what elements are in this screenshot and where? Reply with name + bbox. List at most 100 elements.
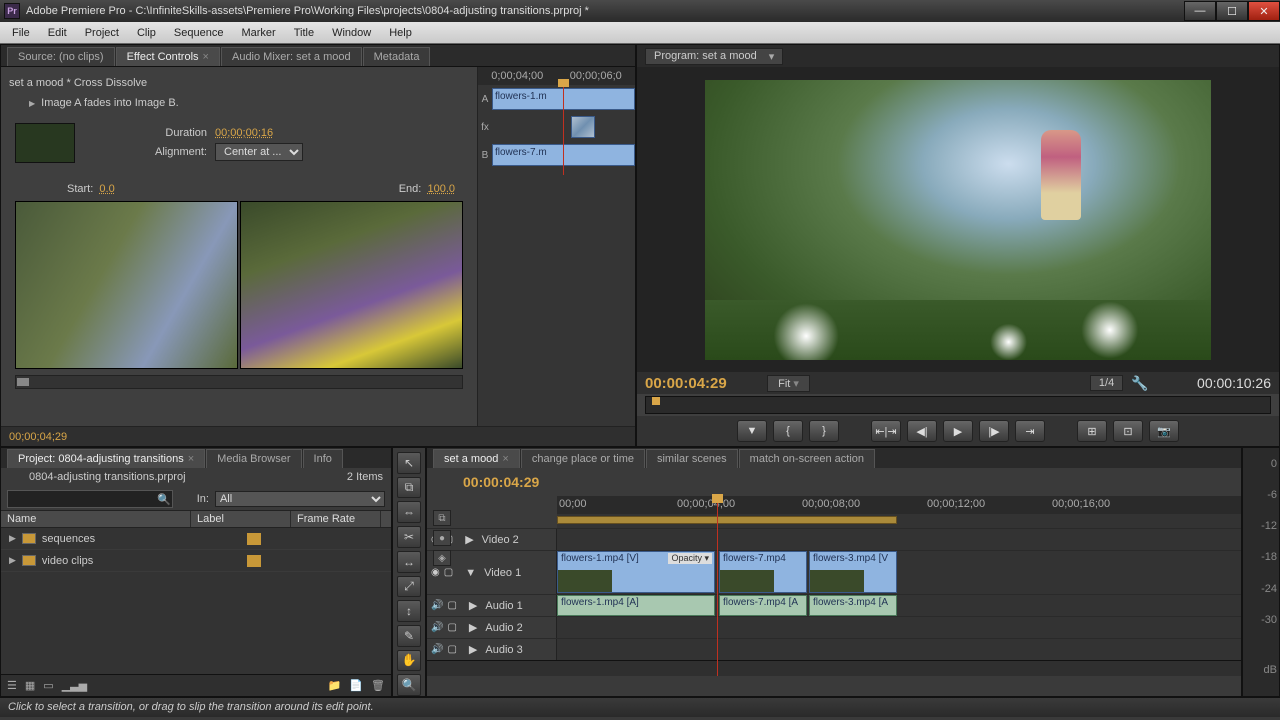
timeline-ruler[interactable]: 00;0000;00;04;0000;00;08;0000;00;12;0000… — [557, 496, 1241, 514]
tab-project-1[interactable]: Media Browser — [206, 449, 301, 468]
app-name: Adobe Premiere Pro — [26, 5, 126, 17]
transport-btn-10[interactable]: 📷 — [1149, 420, 1179, 442]
tab-source-3[interactable]: Metadata — [363, 47, 431, 66]
program-panel: Program: set a mood 00:00:04:29 Fit 1/4 … — [636, 44, 1280, 447]
bin-video-clips[interactable]: ▶video clips — [1, 550, 391, 572]
transport-btn-3[interactable]: ⇤|⇥ — [871, 420, 901, 442]
tool-8[interactable]: ✋ — [397, 650, 421, 672]
effect-mini-timeline[interactable]: 0;00;04;00 00;00;06;0 Aflowers-1.m fx Bf… — [477, 67, 635, 426]
duration-value[interactable]: 00;00;00;16 — [215, 127, 273, 139]
tab-project-2[interactable]: Info — [303, 449, 343, 468]
effect-foot-timecode[interactable]: 00;00;04;29 — [9, 431, 67, 443]
clip[interactable]: flowers-7.mp4 [A — [719, 595, 807, 616]
maximize-button[interactable]: ☐ — [1216, 1, 1248, 21]
transport-btn-2[interactable]: } — [809, 420, 839, 442]
tab-source-0[interactable]: Source: (no clips) — [7, 47, 115, 66]
project-tabs: Project: 0804-adjusting transitions×Medi… — [1, 448, 391, 468]
tool-5[interactable]: ⤢ — [397, 576, 421, 598]
menu-bar: FileEditProjectClipSequenceMarkerTitleWi… — [0, 22, 1280, 44]
project-bins: ▶sequences▶video clips — [1, 528, 391, 674]
transport-btn-5[interactable]: ▶ — [943, 420, 973, 442]
clip[interactable]: flowers-1.mp4 [V]Opacity ▾ — [557, 551, 715, 593]
audio-meter: 0-6-12-18-24-30dB — [1242, 447, 1280, 697]
timeline-work-area[interactable] — [557, 514, 1241, 528]
close-button[interactable]: ✕ — [1248, 1, 1280, 21]
settings-icon[interactable]: 🔧 — [1131, 375, 1148, 392]
transport-btn-4[interactable]: ◀| — [907, 420, 937, 442]
clip[interactable]: flowers-7.mp4 — [719, 551, 807, 593]
tab-project-0[interactable]: Project: 0804-adjusting transitions× — [7, 449, 205, 468]
bin-sequences[interactable]: ▶sequences — [1, 528, 391, 550]
clip[interactable]: flowers-3.mp4 [A — [809, 595, 897, 616]
program-scrubber[interactable] — [645, 396, 1271, 414]
snap-icon[interactable]: ⧉ — [433, 510, 451, 526]
mini-playhead[interactable] — [563, 85, 564, 175]
column-label[interactable]: Label — [191, 511, 291, 527]
tool-1[interactable]: ⧉ — [397, 477, 421, 499]
menu-project[interactable]: Project — [77, 25, 127, 41]
tool-9[interactable]: 🔍 — [397, 674, 421, 696]
freeform-view-icon[interactable]: ▭ — [43, 679, 53, 692]
preview-scrubber[interactable] — [15, 375, 463, 389]
linked-selection-icon[interactable]: ● — [433, 530, 451, 546]
tool-4[interactable]: ↔ — [397, 551, 421, 573]
tool-2[interactable]: ⇔ — [397, 501, 421, 523]
minimize-button[interactable]: — — [1184, 1, 1216, 21]
end-value[interactable]: 100.0 — [427, 183, 455, 195]
new-item-icon[interactable]: 📄 — [349, 679, 363, 692]
new-bin-icon[interactable]: 📁 — [328, 679, 342, 692]
program-fit-select[interactable]: Fit — [767, 375, 810, 392]
tab-source-2[interactable]: Audio Mixer: set a mood — [221, 47, 362, 66]
track-video-1: ◉▢▼Video 1flowers-1.mp4 [V]Opacity ▾flow… — [427, 550, 1241, 594]
seq-tab-2[interactable]: similar scenes — [646, 449, 738, 468]
timeline-timecode[interactable]: 00:00:04:29 — [427, 468, 1241, 496]
in-filter-select[interactable]: All — [215, 491, 385, 507]
clip[interactable]: flowers-1.mp4 [A] — [557, 595, 715, 616]
status-bar: Click to select a transition, or drag to… — [0, 697, 1280, 717]
timeline-panel: set a mood×change place or timesimilar s… — [426, 447, 1242, 697]
icon-view-icon[interactable]: ▦ — [25, 679, 35, 692]
seq-tab-0[interactable]: set a mood× — [433, 449, 520, 468]
tool-3[interactable]: ✂ — [397, 526, 421, 548]
transition-clip[interactable] — [571, 116, 595, 138]
menu-marker[interactable]: Marker — [233, 25, 283, 41]
zoom-slider-icon[interactable]: ▁▃▅ — [62, 679, 87, 692]
transport-btn-6[interactable]: |▶ — [979, 420, 1009, 442]
tool-7[interactable]: ✎ — [397, 625, 421, 647]
tool-0[interactable]: ↖ — [397, 452, 421, 474]
alignment-select[interactable]: Center at ... — [215, 143, 303, 161]
tool-6[interactable]: ↕ — [397, 600, 421, 622]
transport-btn-7[interactable]: ⇥ — [1015, 420, 1045, 442]
transport-btn-9[interactable]: ⊡ — [1113, 420, 1143, 442]
menu-title[interactable]: Title — [286, 25, 322, 41]
menu-edit[interactable]: Edit — [40, 25, 75, 41]
menu-window[interactable]: Window — [324, 25, 379, 41]
track-audio-1: 🔊▢▶Audio 1flowers-1.mp4 [A]flowers-7.mp4… — [427, 594, 1241, 616]
menu-file[interactable]: File — [4, 25, 38, 41]
effect-breadcrumb: set a mood * Cross Dissolve — [9, 77, 471, 89]
list-view-icon[interactable]: ☰ — [7, 679, 17, 692]
column-frame-rate[interactable]: Frame Rate — [291, 511, 381, 527]
seq-tab-3[interactable]: match on-screen action — [739, 449, 875, 468]
program-zoom-select[interactable]: 1/4 — [1090, 375, 1123, 391]
transport-btn-8[interactable]: ⊞ — [1077, 420, 1107, 442]
menu-help[interactable]: Help — [381, 25, 420, 41]
source-tabs: Source: (no clips)Effect Controls×Audio … — [1, 45, 635, 67]
trash-icon[interactable]: 🗑 — [371, 679, 385, 692]
menu-clip[interactable]: Clip — [129, 25, 164, 41]
project-search-input[interactable] — [7, 490, 173, 508]
tab-source-1[interactable]: Effect Controls× — [116, 47, 220, 66]
transport-btn-1[interactable]: { — [773, 420, 803, 442]
transport-btn-0[interactable]: ▼ — [737, 420, 767, 442]
project-columns[interactable]: NameLabelFrame Rate — [1, 510, 391, 528]
clip[interactable]: flowers-3.mp4 [V — [809, 551, 897, 593]
program-sequence-select[interactable]: Program: set a mood — [645, 48, 783, 65]
preview-frame-b — [240, 201, 463, 369]
marker-icon[interactable]: ◈ — [433, 550, 451, 566]
seq-tab-1[interactable]: change place or time — [521, 449, 645, 468]
column-name[interactable]: Name — [1, 511, 191, 527]
program-current-timecode[interactable]: 00:00:04:29 — [645, 375, 727, 392]
timeline-playhead[interactable] — [717, 502, 718, 676]
menu-sequence[interactable]: Sequence — [166, 25, 232, 41]
start-value[interactable]: 0.0 — [99, 183, 114, 195]
